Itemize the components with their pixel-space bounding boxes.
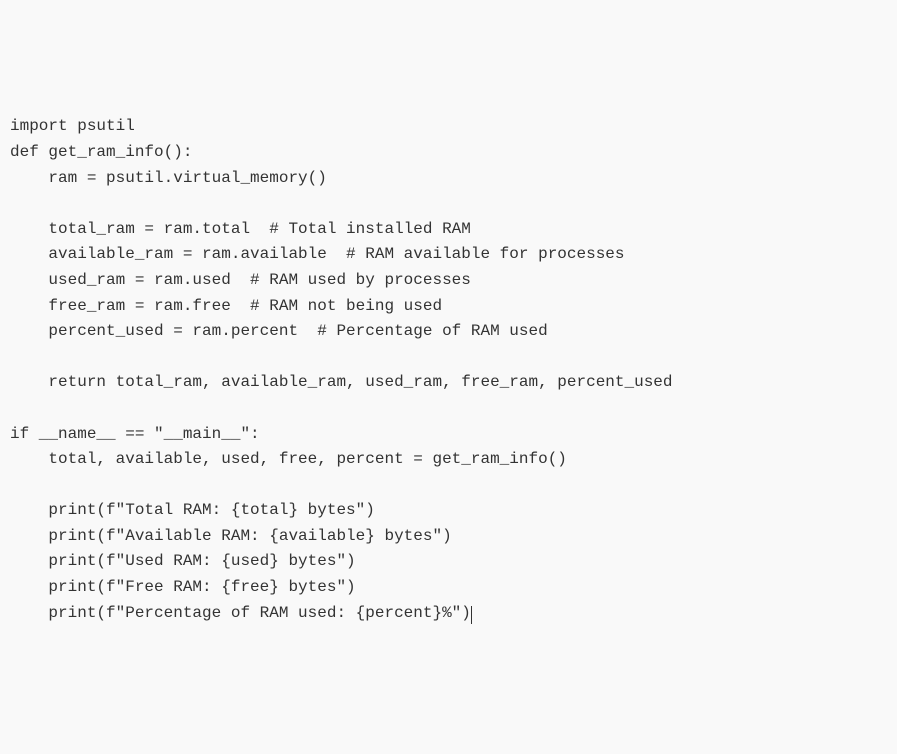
code-line: ram = psutil.virtual_memory()	[10, 166, 887, 192]
code-line: print(f"Total RAM: {total} bytes")	[10, 498, 887, 524]
code-line: available_ram = ram.available # RAM avai…	[10, 242, 887, 268]
code-line: import psutil	[10, 114, 887, 140]
code-line: total_ram = ram.total # Total installed …	[10, 217, 887, 243]
code-line-with-cursor: print(f"Percentage of RAM used: {percent…	[10, 601, 887, 627]
code-line: print(f"Available RAM: {available} bytes…	[10, 524, 887, 550]
code-line: if __name__ == "__main__":	[10, 422, 887, 448]
code-line: print(f"Free RAM: {free} bytes")	[10, 575, 887, 601]
code-line	[10, 345, 887, 371]
code-line: print(f"Used RAM: {used} bytes")	[10, 549, 887, 575]
code-line: return total_ram, available_ram, used_ra…	[10, 370, 887, 396]
code-line: total, available, used, free, percent = …	[10, 447, 887, 473]
code-block: import psutildef get_ram_info(): ram = p…	[10, 114, 887, 626]
code-line	[10, 396, 887, 422]
code-line: percent_used = ram.percent # Percentage …	[10, 319, 887, 345]
code-line: free_ram = ram.free # RAM not being used	[10, 294, 887, 320]
code-line	[10, 473, 887, 499]
code-text: print(f"Percentage of RAM used: {percent…	[10, 604, 471, 622]
text-cursor-icon	[471, 606, 472, 624]
code-line	[10, 191, 887, 217]
code-line: used_ram = ram.used # RAM used by proces…	[10, 268, 887, 294]
code-line: def get_ram_info():	[10, 140, 887, 166]
